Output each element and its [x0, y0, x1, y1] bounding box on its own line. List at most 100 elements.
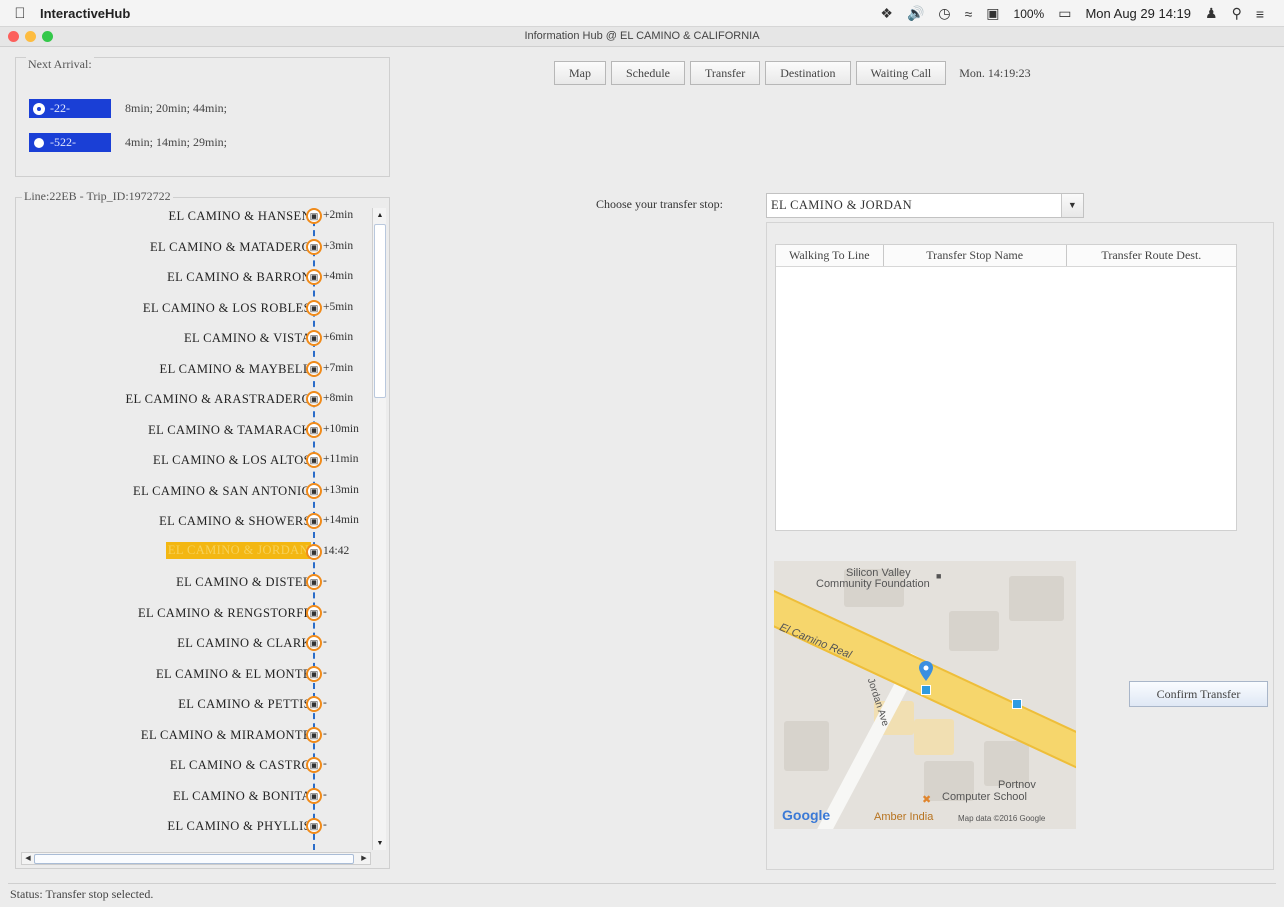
stop-name: EL CAMINO & CLARK: [177, 636, 311, 650]
bus-stop-icon: ▣: [306, 452, 322, 468]
stop-row[interactable]: EL CAMINO & PETTIS ▣ -: [16, 689, 372, 719]
column-header-walking[interactable]: Walking To Line: [776, 245, 884, 266]
window-controls: [8, 31, 53, 42]
stop-row[interactable]: EL CAMINO & LOS ROBLES ▣ +5min: [16, 293, 372, 323]
bus-stop-marker-icon[interactable]: [921, 685, 931, 695]
chevron-down-icon[interactable]: ▼: [1061, 194, 1083, 217]
bus-stop-icon: ▣: [306, 391, 322, 407]
stop-eta: +8min: [323, 392, 354, 404]
radio-unselected-icon[interactable]: [34, 137, 44, 148]
stop-row[interactable]: EL CAMINO & HANSEN ▣ +2min: [16, 201, 372, 231]
map-credit[interactable]: Map data ©2016 Google: [958, 814, 1045, 823]
stop-row[interactable]: EL CAMINO & PHYLLIS ▣ -: [16, 811, 372, 841]
stop-row[interactable]: EL CAMINO & MIRAMONTE ▣ -: [16, 720, 372, 750]
window-title: Information Hub @ EL CAMINO & CALIFORNIA: [524, 30, 760, 42]
map-poi-label: Computer School: [942, 791, 1027, 803]
column-header-stop-name[interactable]: Transfer Stop Name: [884, 245, 1067, 266]
stop-eta: +5min: [323, 300, 354, 313]
bus-stop-icon: ▣: [306, 635, 322, 651]
stop-row[interactable]: EL CAMINO & BARRON ▣ +4min: [16, 262, 372, 292]
bus-stop-icon: ▣: [306, 208, 322, 224]
tab-map[interactable]: Map: [554, 61, 606, 85]
app-menu-name[interactable]: InteractiveHub: [40, 6, 130, 21]
vertical-scroll-thumb[interactable]: [374, 224, 386, 398]
volume-icon[interactable]: 🔊: [907, 5, 924, 22]
stop-row[interactable]: EL CAMINO & SAN ANTONIO ▣ +13min: [16, 476, 372, 506]
confirm-transfer-button[interactable]: Confirm Transfer: [1129, 681, 1268, 707]
map-building: [914, 719, 954, 755]
status-bar: Status: Transfer stop selected.: [8, 883, 1276, 904]
zoom-window-icon[interactable]: [42, 31, 53, 42]
scroll-down-arrow-icon[interactable]: ▼: [374, 837, 386, 849]
menu-clock[interactable]: Mon Aug 29 14:19: [1085, 6, 1191, 21]
vertical-scrollbar[interactable]: ▲ ▼: [372, 208, 386, 850]
wifi-icon[interactable]: ≈: [965, 6, 973, 22]
stop-name: EL CAMINO & EL MONTE: [156, 666, 311, 681]
battery-icon[interactable]: ▭: [1058, 5, 1071, 22]
stop-eta: +10min: [323, 422, 359, 435]
line-radio-22[interactable]: -22-: [29, 99, 111, 118]
s-app-icon[interactable]: ▣: [986, 5, 999, 22]
stop-row[interactable]: EL CAMINO & RENGSTORFF ▣ -: [16, 598, 372, 628]
transfer-table[interactable]: Walking To Line Transfer Stop Name Trans…: [775, 244, 1237, 531]
status-text: Status: Transfer stop selected.: [10, 887, 154, 901]
stop-row[interactable]: EL CAMINO & VISTA ▣ +6min: [16, 323, 372, 353]
notification-center-icon[interactable]: ≡: [1256, 6, 1264, 22]
bus-stop-icon: ▣: [306, 818, 322, 834]
arrival-line-row[interactable]: -22- 8min; 20min; 44min;: [29, 99, 227, 118]
transfer-stop-select[interactable]: EL CAMINO & JORDAN ▼: [766, 193, 1084, 218]
stop-row[interactable]: EL CAMINO & DISTEL ▣ -: [16, 567, 372, 597]
radio-selected-icon[interactable]: [34, 103, 44, 114]
line-radio-522[interactable]: -522-: [29, 133, 111, 152]
location-pin-icon[interactable]: [918, 661, 934, 681]
stop-row[interactable]: EL CAMINO & TAMARACK ▣ +10min: [16, 415, 372, 445]
stop-row[interactable]: EL CAMINO & MAYBELL ▣ +7min: [16, 354, 372, 384]
tab-destination[interactable]: Destination: [765, 61, 851, 85]
tab-waiting-call[interactable]: Waiting Call: [855, 61, 947, 85]
time-machine-icon[interactable]: ◷: [938, 5, 950, 22]
bus-stop-icon: ▣: [306, 604, 322, 621]
stop-row[interactable]: EL CAMINO & BONITA ▣ -: [16, 781, 372, 811]
stop-eta: +4min: [323, 270, 354, 282]
scroll-left-arrow-icon[interactable]: ◀: [22, 853, 34, 864]
arrival-line-row[interactable]: -522- 4min; 14min; 29min;: [29, 133, 227, 152]
scroll-up-arrow-icon[interactable]: ▲: [374, 209, 386, 221]
stop-name: EL CAMINO & JORDAN: [165, 541, 311, 559]
transfer-map[interactable]: Silicon Valley Community Foundation ■ El…: [774, 561, 1076, 829]
horizontal-scrollbar[interactable]: ◀ ▶: [21, 852, 371, 865]
arrival-times: 4min; 14min; 29min;: [125, 135, 228, 149]
scroll-right-arrow-icon[interactable]: ▶: [358, 853, 370, 864]
stop-list[interactable]: EL CAMINO & HANSEN ▣ +2min EL CAMINO & MATA…: [16, 198, 372, 850]
current-time: Mon. 14:19:23: [959, 65, 1031, 80]
stop-name: EL CAMINO & SAN ANTONIO: [133, 483, 311, 498]
transfer-table-header: Walking To Line Transfer Stop Name Trans…: [776, 245, 1236, 267]
stop-row[interactable]: EL CAMINO & MATADERO ▣ +3min: [16, 232, 372, 262]
stop-name: EL CAMINO & LOS ALTOS: [153, 453, 311, 467]
bus-stop-icon: ▣: [306, 726, 322, 743]
stop-row[interactable]: EL CAMINO & LOS ALTOS ▣ +11min: [16, 445, 372, 475]
tab-transfer[interactable]: Transfer: [690, 61, 761, 85]
stop-row[interactable]: EL CAMINO & CLARK ▣ -: [16, 628, 372, 658]
stop-row[interactable]: EL CAMINO & ARASTRADERO ▣ +8min: [16, 384, 372, 414]
stop-row[interactable]: EL CAMINO & SHOWERS ▣ +14min: [16, 506, 372, 536]
bus-stop-icon: ▣: [306, 238, 322, 255]
battery-percent[interactable]: 100%: [1014, 7, 1045, 21]
stop-row[interactable]: EL CAMINO & CASTRO ▣ -: [16, 750, 372, 780]
user-icon[interactable]: ♟: [1205, 5, 1218, 22]
map-poi-label: Community Foundation: [816, 578, 930, 590]
stop-row[interactable]: EL CAMINO & JORDAN ▣ 14:42: [16, 537, 372, 567]
spotlight-search-icon[interactable]: ⚲: [1232, 5, 1242, 22]
apple-icon[interactable]: : [0, 5, 40, 22]
map-building: [1009, 576, 1064, 621]
column-header-route-dest[interactable]: Transfer Route Dest.: [1067, 245, 1236, 266]
bus-stop-marker-icon[interactable]: [1012, 699, 1022, 709]
horizontal-scroll-thumb[interactable]: [34, 854, 354, 864]
stop-row[interactable]: EL CAMINO & EL MONTE ▣ -: [16, 659, 372, 689]
minimize-window-icon[interactable]: [25, 31, 36, 42]
google-logo[interactable]: Google: [782, 807, 830, 823]
dropbox-icon[interactable]: ❖: [880, 5, 893, 22]
tab-schedule[interactable]: Schedule: [611, 61, 685, 85]
stop-eta: -: [323, 788, 327, 801]
transfer-panel: Walking To Line Transfer Stop Name Trans…: [766, 222, 1274, 870]
close-window-icon[interactable]: [8, 31, 19, 42]
